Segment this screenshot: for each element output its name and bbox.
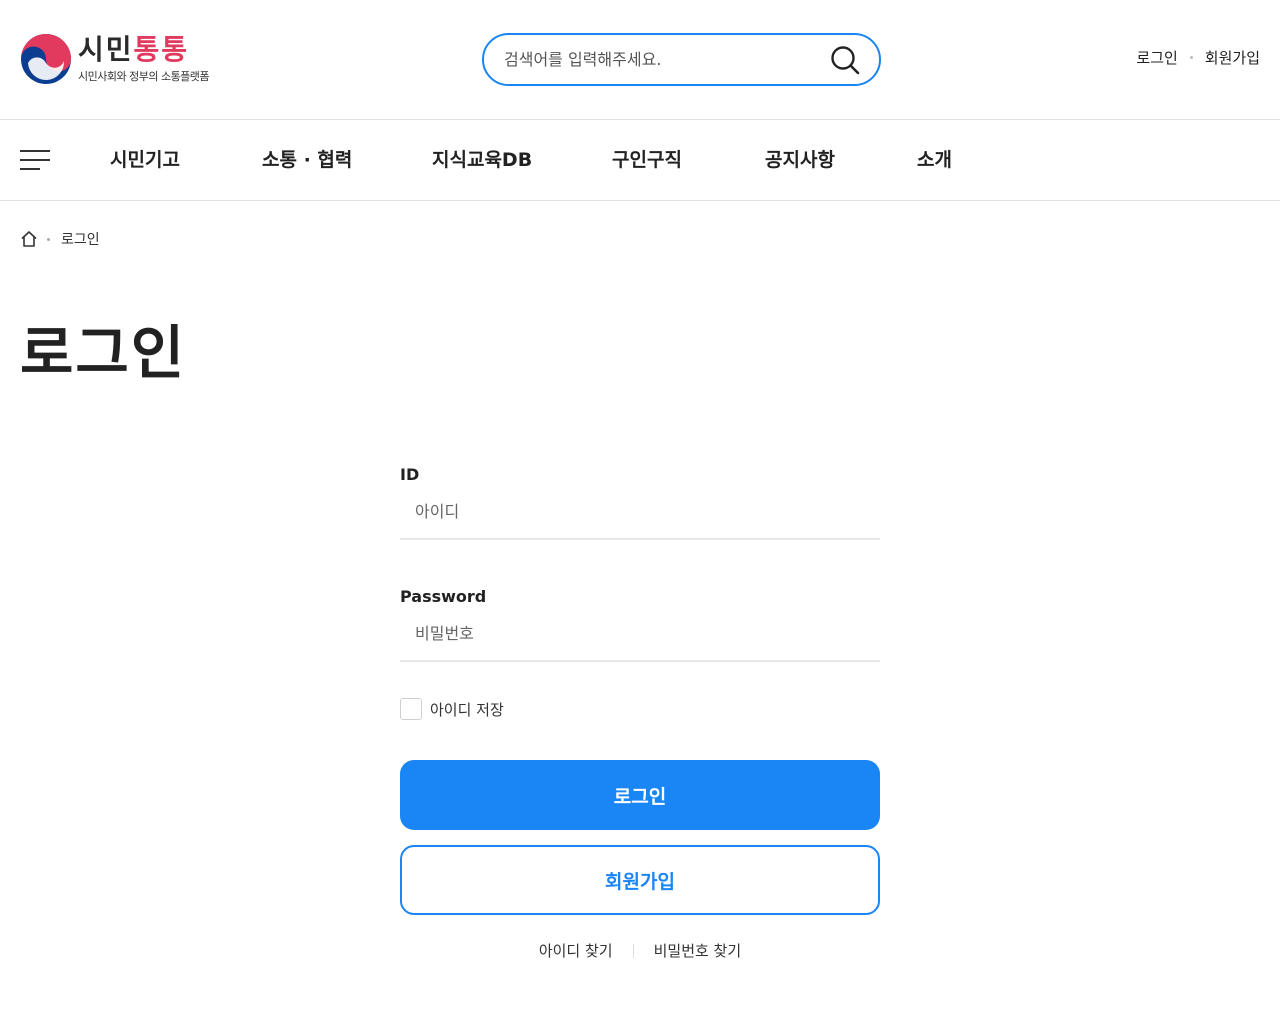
logo-title-part2: 통통 bbox=[133, 33, 190, 66]
password-input[interactable] bbox=[400, 606, 880, 662]
taegeuk-logo-icon bbox=[21, 34, 71, 84]
find-account-links: 아이디 찾기 비밀번호 찾기 bbox=[400, 940, 880, 961]
link-divider bbox=[632, 943, 634, 958]
password-field-group: Password bbox=[400, 587, 880, 662]
header-login-link[interactable]: 로그인 bbox=[1136, 47, 1177, 68]
hamburger-menu-icon[interactable] bbox=[20, 150, 50, 172]
home-icon[interactable] bbox=[20, 230, 38, 248]
nav-item-communication[interactable]: 소통 · 협력 bbox=[262, 145, 352, 172]
logo-subtitle: 시민사회와 정부의 소통플랫폼 bbox=[78, 70, 210, 83]
password-label: Password bbox=[400, 587, 487, 606]
site-header: 시민통통 시민사회와 정부의 소통플랫폼 로그인 회원가입 bbox=[0, 0, 1280, 120]
nav-item-knowledge-db[interactable]: 지식교육DB bbox=[432, 145, 532, 172]
nav-item-jobs[interactable]: 구인구직 bbox=[612, 145, 682, 172]
page-title: 로그인 bbox=[20, 319, 187, 387]
login-button[interactable]: 로그인 bbox=[400, 760, 880, 830]
nav-item-notices[interactable]: 공지사항 bbox=[765, 145, 835, 172]
logo-title: 시민통통 bbox=[78, 34, 209, 66]
breadcrumb: 로그인 bbox=[20, 229, 100, 249]
search-icon bbox=[831, 45, 860, 74]
search-button[interactable] bbox=[829, 44, 861, 76]
remember-id-option[interactable]: 아이디 저장 bbox=[400, 698, 504, 720]
find-id-link[interactable]: 아이디 찾기 bbox=[539, 940, 613, 961]
nav-item-citizen-contribution[interactable]: 시민기고 bbox=[110, 145, 180, 172]
logo-text: 시민통통 시민사회와 정부의 소통플랫폼 bbox=[78, 34, 210, 84]
breadcrumb-current: 로그인 bbox=[61, 232, 100, 248]
search-input[interactable] bbox=[504, 50, 829, 69]
search-bar bbox=[482, 33, 881, 86]
main-nav: 시민기고 소통 · 협력 지식교육DB 구인구직 공지사항 소개 bbox=[0, 120, 1280, 201]
id-input[interactable] bbox=[400, 484, 880, 540]
login-form: ID Password 아이디 저장 로그인 회원가입 아이디 찾기 비밀번호 … bbox=[400, 465, 880, 960]
utility-links: 로그인 회원가입 bbox=[1136, 47, 1260, 68]
id-field-group: ID bbox=[400, 465, 880, 540]
remember-id-label: 아이디 저장 bbox=[430, 700, 504, 719]
separator-dot bbox=[1189, 56, 1193, 59]
remember-id-checkbox[interactable] bbox=[400, 698, 422, 720]
logo-title-part1: 시민 bbox=[78, 33, 134, 66]
breadcrumb-separator bbox=[47, 237, 50, 241]
join-button[interactable]: 회원가입 bbox=[400, 845, 880, 915]
find-password-link[interactable]: 비밀번호 찾기 bbox=[654, 940, 742, 961]
id-label: ID bbox=[400, 465, 420, 484]
site-logo[interactable]: 시민통통 시민사회와 정부의 소통플랫폼 bbox=[20, 26, 240, 92]
header-join-link[interactable]: 회원가입 bbox=[1205, 47, 1260, 68]
nav-item-about[interactable]: 소개 bbox=[917, 145, 952, 172]
